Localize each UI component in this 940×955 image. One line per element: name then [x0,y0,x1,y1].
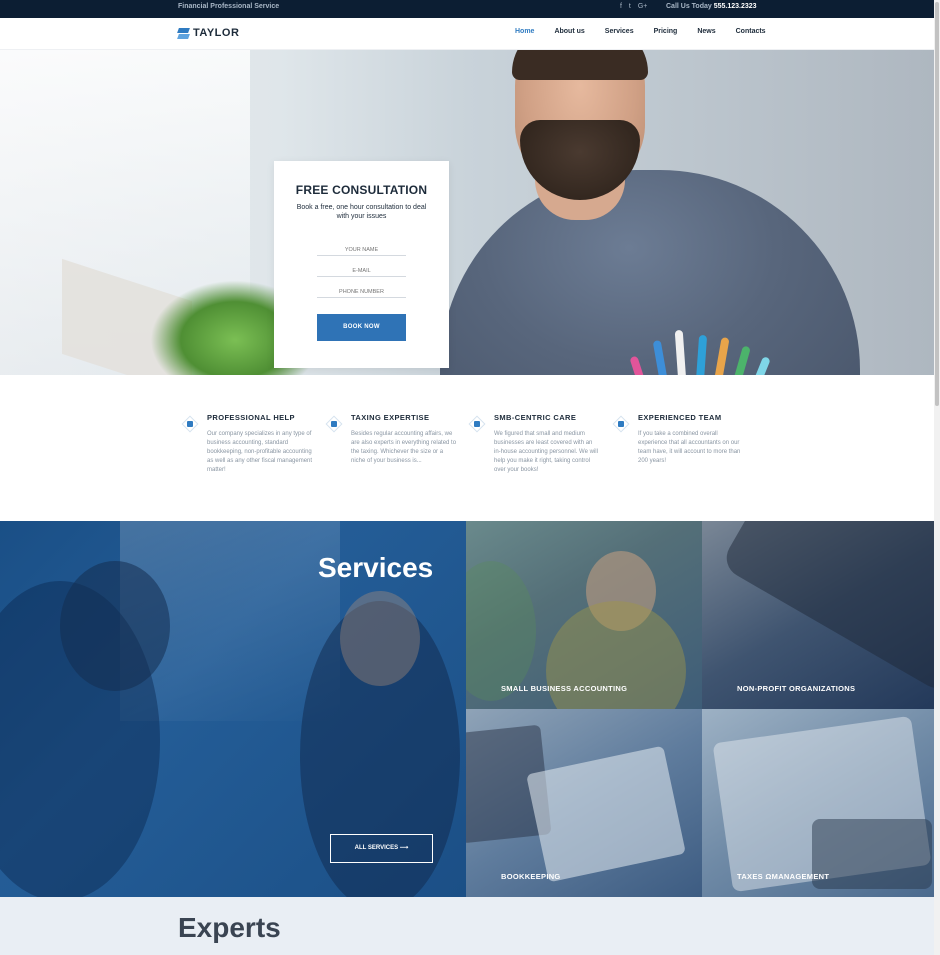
hero: FREE CONSULTATION Book a free, one hour … [0,50,934,375]
feature-text: If you take a combined overall experienc… [638,431,741,464]
book-now-button[interactable]: BOOK NOW [317,314,406,341]
call-label: Call Us Today [666,3,712,10]
nav-news[interactable]: News [697,28,715,35]
shield-icon [181,415,199,433]
feature-title: EXPERIENCED TEAM [638,413,722,422]
consultation-subtitle: Book a free, one hour consultation to de… [296,204,427,220]
site-header: TAYLOR Home About us Services Pricing Ne… [0,18,934,50]
nav-about[interactable]: About us [554,28,584,35]
consultation-form: FREE CONSULTATION Book a free, one hour … [274,161,449,368]
tile-label: TAXES ΩMANAGEMENT [737,872,830,881]
feature-text: Besides regular accounting affairs, we a… [351,431,457,464]
nav-pricing[interactable]: Pricing [654,28,678,35]
logo-text: TAYLOR [193,27,240,39]
experts-heading: Experts [178,912,281,943]
scrollbar[interactable] [934,0,940,955]
tile-label: SMALL BUSINESS ACCOUNTING [501,684,628,693]
hero-pens [629,315,800,375]
tagline: Financial Professional Service [178,3,280,10]
tile-bookkeeping[interactable]: BOOKKEEPING [466,709,702,897]
nav-contacts[interactable]: Contacts [736,28,766,35]
logo-mark-icon [177,27,190,39]
monitor-icon [468,415,486,433]
nav-home[interactable]: Home [515,28,534,35]
page: Financial Professional Service f t G+ Ca… [0,0,940,955]
nav-services[interactable]: Services [605,28,634,35]
feature-professional-help: PROFESSIONAL HELP Our company specialize… [181,413,321,475]
logo[interactable]: TAYLOR [177,27,240,39]
call-us: Call Us Today 555.123.2323 [666,3,757,10]
phone-input[interactable] [317,277,406,298]
tile-label: NON-PROFIT ORGANIZATIONS [737,684,856,693]
briefcase-icon [612,415,630,433]
facebook-icon[interactable]: f [620,3,622,10]
services-intro: Services ALL SERVICES ⟶ [0,521,466,897]
twitter-icon[interactable]: t [629,3,631,10]
feature-taxing-expertise: TAXING EXPERTISE Besides regular account… [325,413,465,466]
tile-taxes-management[interactable]: TAXES ΩMANAGEMENT [702,709,934,897]
feature-title: TAXING EXPERTISE [351,413,430,422]
features-section: PROFESSIONAL HELP Our company specialize… [0,375,934,521]
feature-title: SMB-CENTRIC CARE [494,413,577,422]
feature-title: PROFESSIONAL HELP [207,413,295,422]
all-services-button[interactable]: ALL SERVICES ⟶ [330,834,433,863]
top-bar: Financial Professional Service f t G+ Ca… [0,0,934,18]
social-links: f t G+ [620,3,652,10]
services-section: Services ALL SERVICES ⟶ SMALL BUSINESS A… [0,521,934,897]
feature-text: We figured that small and medium busines… [494,431,598,473]
name-input[interactable] [317,235,406,256]
tile-small-business-accounting[interactable]: SMALL BUSINESS ACCOUNTING [466,521,702,709]
services-heading: Services [318,552,434,583]
tile-non-profit-organizations[interactable]: NON-PROFIT ORGANIZATIONS [702,521,934,709]
scrollbar-thumb[interactable] [935,2,939,406]
feature-text: Our company specializes in any type of b… [207,431,313,473]
experts-section: Experts [0,897,934,955]
feature-smb-care: SMB-CENTRIC CARE We figured that small a… [468,413,608,475]
tile-label: BOOKKEEPING [501,872,561,881]
phone-number[interactable]: 555.123.2323 [714,3,757,10]
consultation-title: FREE CONSULTATION [295,183,428,197]
email-input[interactable] [317,256,406,277]
main-nav: Home About us Services Pricing News Cont… [505,28,776,35]
google-plus-icon[interactable]: G+ [638,3,648,10]
feature-experienced-team: EXPERIENCED TEAM If you take a combined … [612,413,752,466]
percent-icon [325,415,343,433]
